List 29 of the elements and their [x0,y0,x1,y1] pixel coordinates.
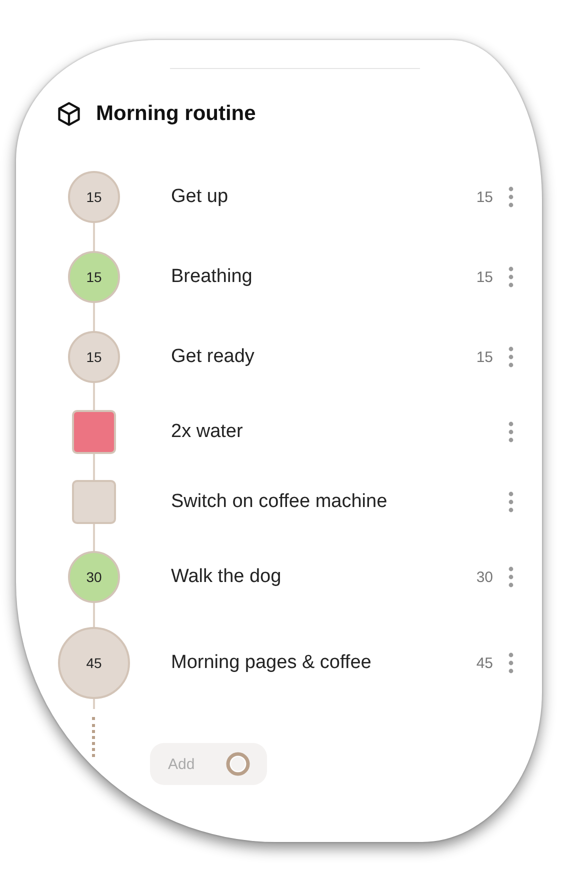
step-marker[interactable] [72,410,116,454]
ring-icon [225,751,251,777]
more-icon[interactable] [508,421,514,443]
step-title[interactable]: 2x water [171,421,508,443]
step-title[interactable]: Breathing [171,266,476,288]
step-title[interactable]: Morning pages & coffee [171,652,476,674]
step-marker[interactable]: 15 [68,331,120,383]
cube-icon [56,101,82,127]
more-icon[interactable] [508,186,514,208]
step-duration: 15 [476,348,493,366]
step-marker[interactable]: 15 [68,251,120,303]
step-title[interactable]: Switch on coffee machine [171,491,508,513]
list-title: Morning routine [96,102,256,126]
step-duration: 30 [476,568,493,586]
more-icon[interactable] [508,566,514,588]
step-duration: 15 [476,188,493,206]
step-marker[interactable] [72,480,116,524]
step-marker[interactable]: 15 [68,171,120,223]
step-title[interactable]: Walk the dog [171,566,476,588]
more-icon[interactable] [508,346,514,368]
step-title[interactable]: Get ready [171,346,476,368]
more-icon[interactable] [508,491,514,513]
more-icon[interactable] [508,652,514,674]
step-marker[interactable]: 45 [58,627,130,699]
step-duration: 15 [476,268,493,286]
more-icon[interactable] [508,266,514,288]
step-marker[interactable]: 30 [68,551,120,603]
step-duration: 45 [476,654,493,672]
step-title[interactable]: Get up [171,186,476,208]
